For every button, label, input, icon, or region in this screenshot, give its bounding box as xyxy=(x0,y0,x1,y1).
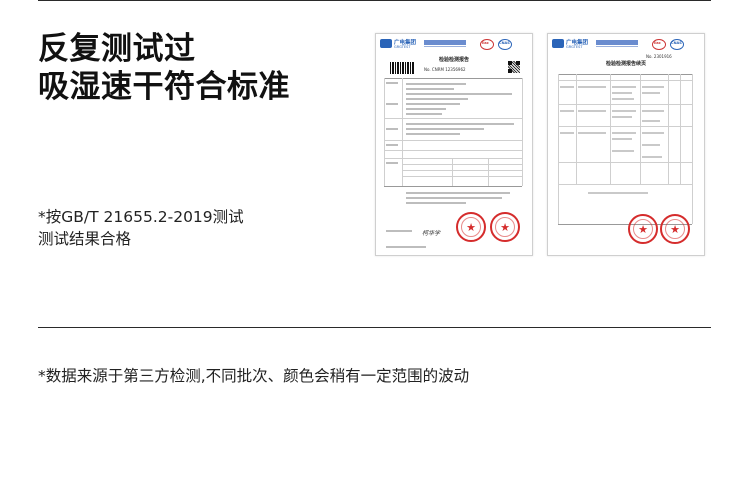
report-number: No. 2301916 xyxy=(646,54,672,59)
signature: 柯华学 xyxy=(422,230,441,237)
cnas-mark-label: CNAS xyxy=(499,41,510,45)
middle-rule xyxy=(38,327,711,328)
org-banner xyxy=(596,40,638,45)
headline-line2: 吸湿速干符合标准 xyxy=(38,69,290,105)
test-report-page-2: 广电集团 GRGTEST ilac CNAS No. 2301916 检验检测报… xyxy=(547,33,705,256)
brand-sub: GRGTEST xyxy=(566,45,583,49)
report-header: 广电集团 GRGTEST ilac CNAS xyxy=(552,38,700,52)
footer-note: *数据来源于第三方检测,不同批次、颜色会稍有一定范围的波动 xyxy=(38,367,470,385)
test-note-line2: 测试结果合格 xyxy=(38,230,132,248)
brand-sub: GRGTEST xyxy=(394,45,411,49)
test-note: *按GB/T 21655.2-2019测试 测试结果合格 xyxy=(38,206,244,250)
seal-star-icon: ★ xyxy=(670,222,680,236)
test-note-line1: *按GB/T 21655.2-2019测试 xyxy=(38,208,244,226)
headline: 反复测试过 吸湿速干符合标准 xyxy=(38,30,290,106)
barcode-icon xyxy=(390,62,414,74)
headline-line1: 反复测试过 xyxy=(38,31,196,67)
report-header: 广电集团 GRGTEST ilac CNAS xyxy=(380,38,528,52)
ilac-mark-label: ilac xyxy=(482,41,489,45)
inspection-seal-2: ★ xyxy=(660,214,690,244)
seal-star-icon: ★ xyxy=(500,220,510,234)
test-report-page-1: 广电集团 GRGTEST ilac CNAS 检验检测报告 No. CNRM 1… xyxy=(375,33,533,256)
top-rule xyxy=(38,0,711,1)
brand-logo-icon xyxy=(380,39,392,48)
seal-star-icon: ★ xyxy=(466,220,476,234)
org-banner-line xyxy=(424,46,466,47)
org-banner-line xyxy=(596,46,638,47)
inspection-seal: ★ xyxy=(456,212,486,242)
report-number: No. CNRM 12356962 xyxy=(424,67,466,72)
brand-logo-icon xyxy=(552,39,564,48)
qr-code-icon xyxy=(508,61,520,73)
ilac-mark-label: ilac xyxy=(654,41,661,45)
seal-star-icon: ★ xyxy=(638,222,648,236)
report-title: 检验检测报告续页 xyxy=(605,61,646,67)
org-banner xyxy=(424,40,466,45)
inspection-seal-2: ★ xyxy=(490,212,520,242)
inspection-seal: ★ xyxy=(628,214,658,244)
cnas-mark-label: CNAS xyxy=(671,41,682,45)
